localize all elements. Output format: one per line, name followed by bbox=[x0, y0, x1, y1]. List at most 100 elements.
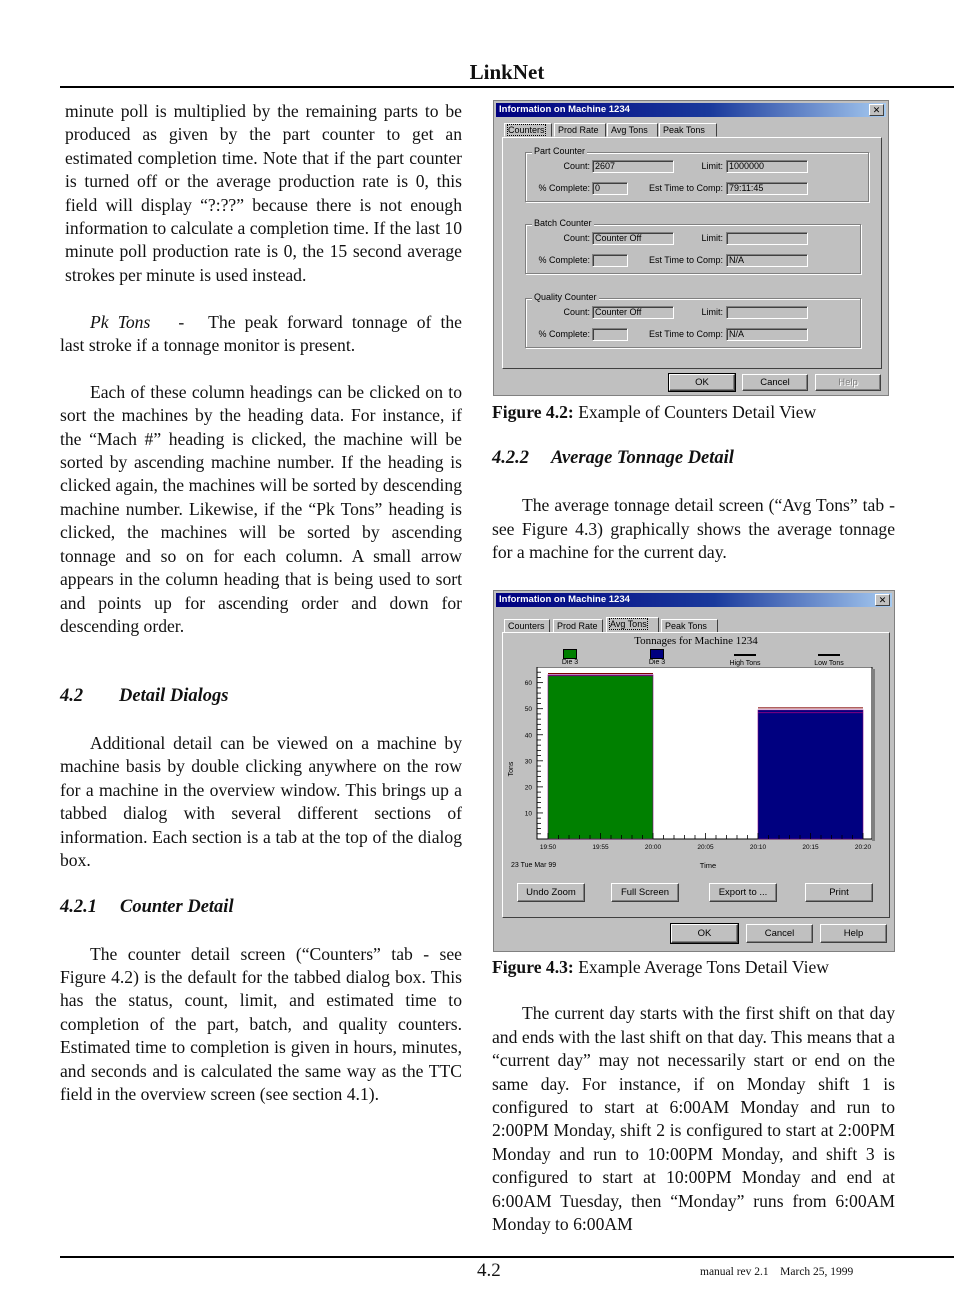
quality-pct-complete-field[interactable] bbox=[592, 328, 628, 341]
batch-pct-complete-field[interactable] bbox=[592, 254, 628, 267]
ok-button[interactable]: OK bbox=[670, 923, 739, 944]
plot-shadow bbox=[872, 669, 875, 841]
quality-count-field[interactable]: Counter Off bbox=[592, 306, 674, 319]
legend-line bbox=[818, 654, 840, 656]
pct-complete-label: % Complete: bbox=[538, 329, 590, 339]
dialog-title: Information on Machine 1234 bbox=[499, 104, 630, 115]
est-time-label: Est Time to Comp: bbox=[648, 255, 723, 265]
count-label: Count: bbox=[563, 307, 590, 317]
tab-counters[interactable]: Counters bbox=[504, 619, 550, 633]
revision: manual rev 2.1 bbox=[700, 1266, 769, 1278]
help-button[interactable]: Help bbox=[820, 924, 887, 943]
section-title: Counter Detail bbox=[120, 896, 234, 917]
help-button[interactable]: Help bbox=[815, 374, 881, 391]
quality-est-time-field[interactable]: N/A bbox=[726, 328, 808, 341]
tab-peak-tons[interactable]: Peak Tons bbox=[659, 123, 717, 137]
y-tick-label: 40 bbox=[525, 732, 533, 739]
paragraph-pk-tons: Pk Tons - The peak forward tonnage of the … bbox=[60, 311, 462, 358]
figure-text: Example Average Tons Detail View bbox=[578, 957, 829, 977]
legend-swatch bbox=[563, 649, 577, 659]
group-title: Batch Counter bbox=[532, 218, 594, 228]
part-est-time-field[interactable]: 79:11:45 bbox=[726, 182, 808, 195]
tab-strip: Counters Prod Rate Avg Tons Peak Tons bbox=[504, 123, 884, 138]
tab-peak-tons[interactable]: Peak Tons bbox=[661, 619, 718, 633]
group-title: Part Counter bbox=[532, 146, 588, 156]
tab-strip: Counters Prod Rate Avg Tons Peak Tons bbox=[504, 617, 884, 633]
close-icon[interactable]: ✕ bbox=[875, 594, 890, 606]
figure-4-3-caption: Figure 4.3: Example Average Tons Detail … bbox=[492, 956, 895, 979]
page-header-title: LinkNet bbox=[469, 60, 545, 84]
limit-label: Limit: bbox=[701, 307, 723, 317]
tab-counters[interactable]: Counters bbox=[504, 123, 552, 137]
right-column-lower: Figure 4.3: Example Average Tons Detail … bbox=[492, 956, 895, 1236]
count-label: Count: bbox=[563, 233, 590, 243]
dialog-titlebar: Information on Machine 1234 ✕ bbox=[496, 593, 892, 607]
full-screen-button[interactable]: Full Screen bbox=[611, 883, 679, 902]
print-button[interactable]: Print bbox=[805, 883, 873, 902]
part-count-field[interactable]: 2607 bbox=[592, 160, 674, 173]
est-time-label: Est Time to Comp: bbox=[648, 329, 723, 339]
section-number: 4.2 bbox=[60, 686, 84, 707]
pct-complete-label: % Complete: bbox=[538, 183, 590, 193]
section-heading-4-2-2: 4.2.2 Average Tonnage Detail bbox=[492, 447, 895, 470]
undo-zoom-button[interactable]: Undo Zoom bbox=[517, 883, 585, 902]
legend-item-die3-blue: Die 3 bbox=[627, 649, 687, 666]
avg-tons-dialog-screenshot: Information on Machine 1234 ✕ Counters P… bbox=[493, 590, 895, 952]
paragraph-current-day: The current day starts with the first sh… bbox=[492, 1003, 895, 1235]
est-time-label: Est Time to Comp: bbox=[648, 183, 723, 193]
counters-dialog-screenshot: Information on Machine 1234 ✕ Counters P… bbox=[493, 100, 889, 396]
x-tick-label: 20:10 bbox=[750, 844, 767, 851]
legend-item-high-tons: High Tons bbox=[715, 649, 775, 667]
limit-label: Limit: bbox=[701, 161, 723, 171]
y-axis-label: Tons bbox=[508, 761, 515, 776]
header-rule bbox=[60, 86, 954, 88]
right-column-upper: Figure 4.2: Example of Counters Detail V… bbox=[492, 401, 895, 564]
batch-limit-field[interactable] bbox=[726, 232, 808, 245]
part-pct-complete-field[interactable]: 0 bbox=[592, 182, 628, 195]
section-title: Detail Dialogs bbox=[119, 686, 229, 707]
limit-label: Limit: bbox=[701, 233, 723, 243]
revision-info: manual rev 2.1 March 25, 1999 bbox=[700, 1266, 853, 1278]
quality-limit-field[interactable] bbox=[726, 306, 808, 319]
cancel-button[interactable]: Cancel bbox=[742, 374, 808, 391]
figure-text: Example of Counters Detail View bbox=[578, 402, 817, 422]
left-column: minute poll is multiplied by the remaini… bbox=[60, 100, 462, 1106]
ok-button[interactable]: OK bbox=[668, 373, 736, 392]
x-tick-label: 19:55 bbox=[592, 844, 609, 851]
figure-label: Figure 4.2: bbox=[492, 402, 574, 422]
close-icon[interactable]: ✕ bbox=[869, 104, 884, 116]
legend-item-low-tons: Low Tons bbox=[799, 649, 859, 667]
tab-avg-tons[interactable]: Avg Tons bbox=[607, 123, 658, 137]
batch-count-field[interactable]: Counter Off bbox=[592, 232, 674, 245]
tab-prod-rate[interactable]: Prod Rate bbox=[553, 619, 603, 633]
y-tick-label: 20 bbox=[525, 784, 533, 791]
figure-label: Figure 4.3: bbox=[492, 957, 574, 977]
cancel-button[interactable]: Cancel bbox=[746, 924, 813, 943]
paragraph-avg-tonnage: The average tonnage detail screen (“Avg … bbox=[492, 495, 895, 562]
export-button[interactable]: Export to ... bbox=[709, 883, 777, 902]
group-title: Quality Counter bbox=[532, 292, 599, 302]
legend-item-die3-green: Die 3 bbox=[540, 649, 600, 666]
x-tick-label: 20:15 bbox=[802, 844, 819, 851]
part-limit-field[interactable]: 1000000 bbox=[726, 160, 808, 173]
section-heading-4-2: 4.2 Detail Dialogs bbox=[60, 685, 462, 708]
paragraph-counter-detail: The counter detail screen (“Counters” ta… bbox=[60, 943, 462, 1104]
batch-est-time-field[interactable]: N/A bbox=[726, 254, 808, 267]
tonnage-chart[interactable]: 10 20 30 40 50 60 19:50 19:55 20:00 20:05 20:10 20… bbox=[503, 667, 891, 907]
date-label: 23 Tue Mar 99 bbox=[511, 862, 556, 869]
x-tick-label: 20:00 bbox=[645, 844, 662, 851]
counters-panel: Part Counter Count: 2607 Limit: 1000000 … bbox=[502, 137, 882, 369]
batch-counter-group: Batch Counter Count: Counter Off Limit: … bbox=[525, 218, 861, 274]
paragraph-sorting: Each of these column headings can be cli… bbox=[60, 381, 462, 636]
paragraph-detail-dialogs: Additional detail can be viewed on a mac… bbox=[60, 732, 462, 870]
section-heading-4-2-1: 4.2.1 Counter Detail bbox=[60, 896, 462, 919]
paragraph-completion-time: minute poll is multiplied by the remaini… bbox=[65, 101, 462, 285]
figure-4-2-caption: Figure 4.2: Example of Counters Detail V… bbox=[492, 401, 895, 424]
footer-rule bbox=[60, 1256, 954, 1258]
tab-prod-rate[interactable]: Prod Rate bbox=[554, 123, 606, 137]
tab-avg-tons[interactable]: Avg Tons bbox=[606, 617, 659, 633]
y-tick-label: 50 bbox=[525, 706, 533, 713]
legend-line bbox=[734, 654, 756, 656]
y-tick-label: 30 bbox=[525, 758, 533, 765]
chart-title: Tonnages for Machine 1234 bbox=[634, 635, 758, 647]
